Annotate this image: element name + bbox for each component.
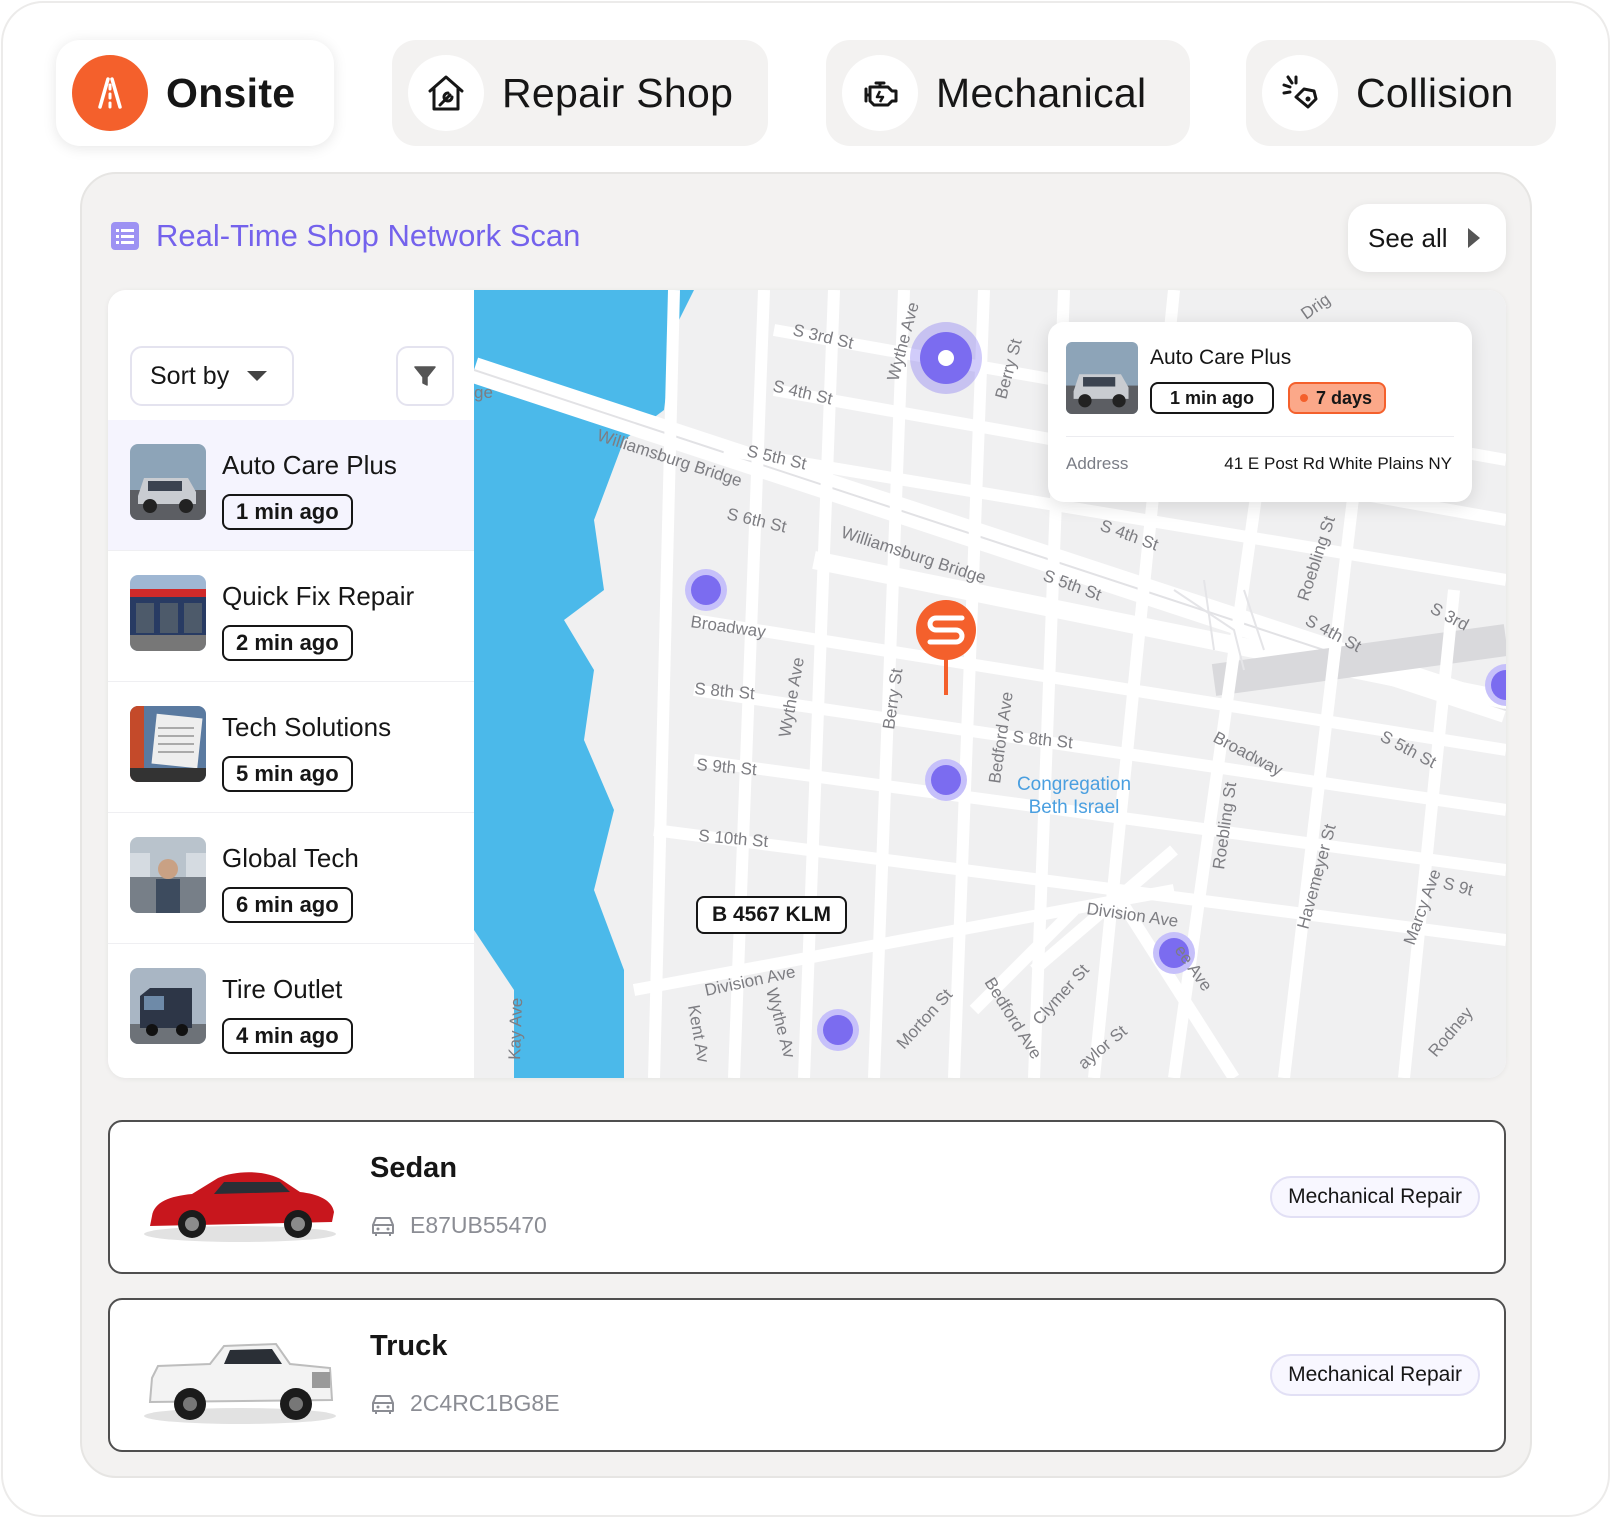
sort-by-label: Sort by xyxy=(150,361,230,390)
shop-photo xyxy=(130,575,206,651)
street-label: Kent Av xyxy=(684,1003,713,1064)
street-label: Rodney xyxy=(1425,1003,1478,1060)
shop-time-badge: 6 min ago xyxy=(222,887,353,923)
vin-value: E87UB55470 xyxy=(410,1212,547,1238)
status-dot-icon xyxy=(1300,394,1308,402)
filter-button[interactable] xyxy=(396,346,454,406)
divider xyxy=(1066,436,1454,437)
service-tag: Mechanical Repair xyxy=(1270,1354,1480,1396)
vehicle-card[interactable]: Sedan E87UB55470 Mechanical Repair xyxy=(108,1120,1506,1274)
chevron-down-icon xyxy=(247,371,268,381)
vehicle-vin: 2C4RC1BG8E xyxy=(370,1390,560,1417)
filter-icon xyxy=(414,366,436,386)
poi-label: Congregation xyxy=(1017,774,1131,795)
street-label: Roebling St xyxy=(1294,514,1339,604)
shop-row[interactable]: Tire Outlet 4 min ago xyxy=(108,944,474,1075)
shop-row[interactable]: Global Tech 6 min ago xyxy=(108,813,474,944)
service-tag: Mechanical Repair xyxy=(1270,1176,1480,1218)
address-value: 41 E Post Rd White Plains NY xyxy=(1224,454,1452,473)
street-label: ge xyxy=(474,383,493,402)
tab-repair-shop[interactable]: Repair Shop xyxy=(392,40,768,146)
shop-photo xyxy=(1066,342,1138,414)
street-label: Kay Ave xyxy=(505,997,526,1060)
shop-list: Sort by Auto Care Plus 1 min ago Quick F… xyxy=(108,290,474,1078)
tab-collision[interactable]: Collision xyxy=(1246,40,1556,146)
house-wrench-icon xyxy=(408,55,484,131)
shop-photo xyxy=(130,968,206,1044)
shop-popup[interactable]: Auto Care Plus 1 min ago 7 days Address … xyxy=(1048,322,1472,502)
tab-label: Onsite xyxy=(166,69,296,116)
shop-name: Auto Care Plus xyxy=(222,450,397,480)
address-label: Address xyxy=(1066,454,1129,473)
map[interactable]: S 3rd St S 4th St S 5th St S 6th St S 8t… xyxy=(474,290,1506,1078)
vehicle-vin: E87UB55470 xyxy=(370,1212,547,1239)
tab-label: Repair Shop xyxy=(502,69,734,116)
car-crash-icon xyxy=(1262,55,1338,131)
shop-name: Tire Outlet xyxy=(222,974,343,1004)
scan-title: Real-Time Shop Network Scan xyxy=(156,218,581,253)
popup-days-label: 7 days xyxy=(1316,388,1373,408)
shop-name: Global Tech xyxy=(222,843,359,873)
sort-by-dropdown[interactable]: Sort by xyxy=(130,346,294,406)
street-label: S 9th St xyxy=(696,755,758,779)
see-all-button[interactable]: See all xyxy=(1348,204,1506,272)
street-label: S 10th St xyxy=(698,826,770,851)
vehicle-card[interactable]: Truck 2C4RC1BG8E Mechanical Repair xyxy=(108,1298,1506,1452)
see-all-label: See all xyxy=(1368,222,1448,253)
shop-time-badge: 2 min ago xyxy=(222,625,353,661)
shop-row[interactable]: Auto Care Plus 1 min ago xyxy=(108,420,474,551)
street-label: S 8th St xyxy=(1012,727,1074,752)
shop-time-badge: 1 min ago xyxy=(222,494,353,530)
tab-onsite[interactable]: Onsite xyxy=(56,40,334,146)
shop-photo xyxy=(130,706,206,782)
shop-photo xyxy=(130,444,206,520)
street-label: Drig xyxy=(1297,290,1333,323)
poi-label: Beth Israel xyxy=(1029,797,1120,818)
scan-panel: Sort by Auto Care Plus 1 min ago Quick F… xyxy=(108,290,1506,1078)
road-icon xyxy=(72,55,148,131)
scan-header: Real-Time Shop Network Scan xyxy=(110,218,580,254)
list-icon xyxy=(111,222,139,250)
tab-label: Mechanical xyxy=(936,69,1147,116)
plate-marker[interactable]: B 4567 KLM xyxy=(696,896,848,934)
sedan-image xyxy=(144,1172,336,1242)
engine-icon xyxy=(842,55,918,131)
street-label: S 3rd St xyxy=(791,320,855,352)
popup-days-badge: 7 days xyxy=(1288,382,1387,414)
shop-name: Tech Solutions xyxy=(222,712,392,742)
car-icon xyxy=(372,1216,394,1236)
popup-time-badge: 1 min ago xyxy=(1150,382,1275,414)
shop-time-badge: 4 min ago xyxy=(222,1018,353,1054)
shop-row[interactable]: Tech Solutions 5 min ago xyxy=(108,682,474,813)
vehicle-type: Truck xyxy=(370,1330,448,1362)
shop-photo xyxy=(130,837,206,913)
street-label: Morton St xyxy=(893,985,957,1053)
shop-time-badge: 5 min ago xyxy=(222,756,353,792)
truck-image xyxy=(144,1342,336,1424)
street-label: Wythe Av xyxy=(762,986,799,1060)
street-label: S 8th St xyxy=(694,679,756,703)
shop-row[interactable]: Quick Fix Repair 2 min ago xyxy=(108,551,474,682)
vin-value: 2C4RC1BG8E xyxy=(410,1390,560,1416)
street-label: S 9t xyxy=(1441,874,1475,900)
chevron-right-icon xyxy=(1467,228,1480,248)
tab-label: Collision xyxy=(1356,69,1514,116)
car-icon xyxy=(372,1394,394,1414)
tab-mechanical[interactable]: Mechanical xyxy=(826,40,1190,146)
popup-shop-name: Auto Care Plus xyxy=(1150,346,1292,369)
vehicle-type: Sedan xyxy=(370,1152,458,1184)
shop-name: Quick Fix Repair xyxy=(222,581,415,611)
